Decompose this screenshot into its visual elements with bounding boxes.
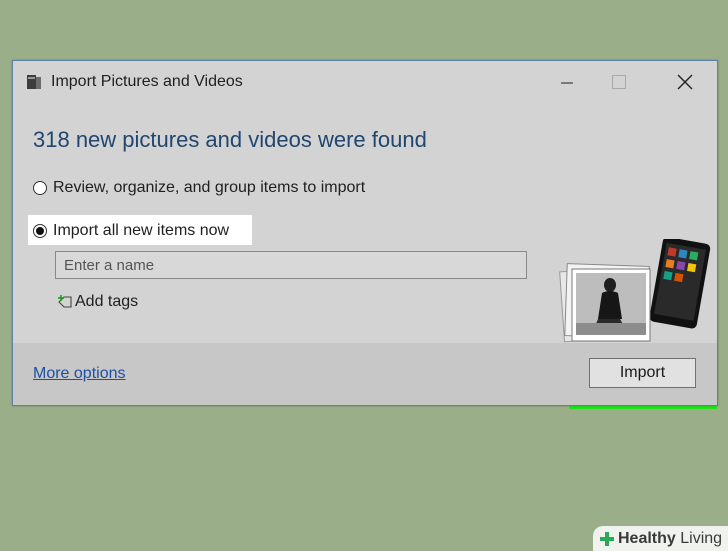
radio-review-organize[interactable] — [33, 181, 47, 195]
maximize-icon — [612, 75, 626, 89]
minimize-button[interactable] — [545, 65, 589, 99]
add-tags-link[interactable]: Add tags — [57, 293, 138, 311]
photo-stack-image — [559, 239, 711, 343]
import-dialog: Import Pictures and Videos 318 new pictu… — [12, 60, 718, 406]
option-review-organize-label: Review, organize, and group items to imp… — [53, 179, 366, 196]
found-count-heading: 318 new pictures and videos were found — [33, 127, 427, 152]
tag-plus-icon — [58, 295, 72, 308]
name-input[interactable] — [55, 251, 527, 279]
close-button[interactable] — [663, 65, 707, 99]
option-import-all[interactable]: Import all new items now — [33, 222, 229, 240]
more-options-link[interactable]: More options — [33, 365, 126, 383]
import-button[interactable]: Import — [589, 358, 696, 388]
option-review-organize[interactable]: Review, organize, and group items to imp… — [33, 179, 365, 197]
minimize-icon — [561, 82, 573, 84]
import-app-icon — [27, 75, 41, 89]
add-tags-label: Add tags — [75, 293, 139, 310]
watermark: Healthy Living — [593, 526, 728, 551]
maximize-button — [597, 65, 641, 99]
plus-logo-icon — [600, 531, 614, 546]
radio-import-all[interactable] — [33, 224, 47, 238]
close-icon — [677, 74, 693, 90]
watermark-text: Healthy Living — [618, 529, 723, 547]
title-bar: Import Pictures and Videos — [13, 61, 717, 103]
option-import-all-label: Import all new items now — [53, 222, 230, 239]
window-title: Import Pictures and Videos — [51, 73, 243, 90]
